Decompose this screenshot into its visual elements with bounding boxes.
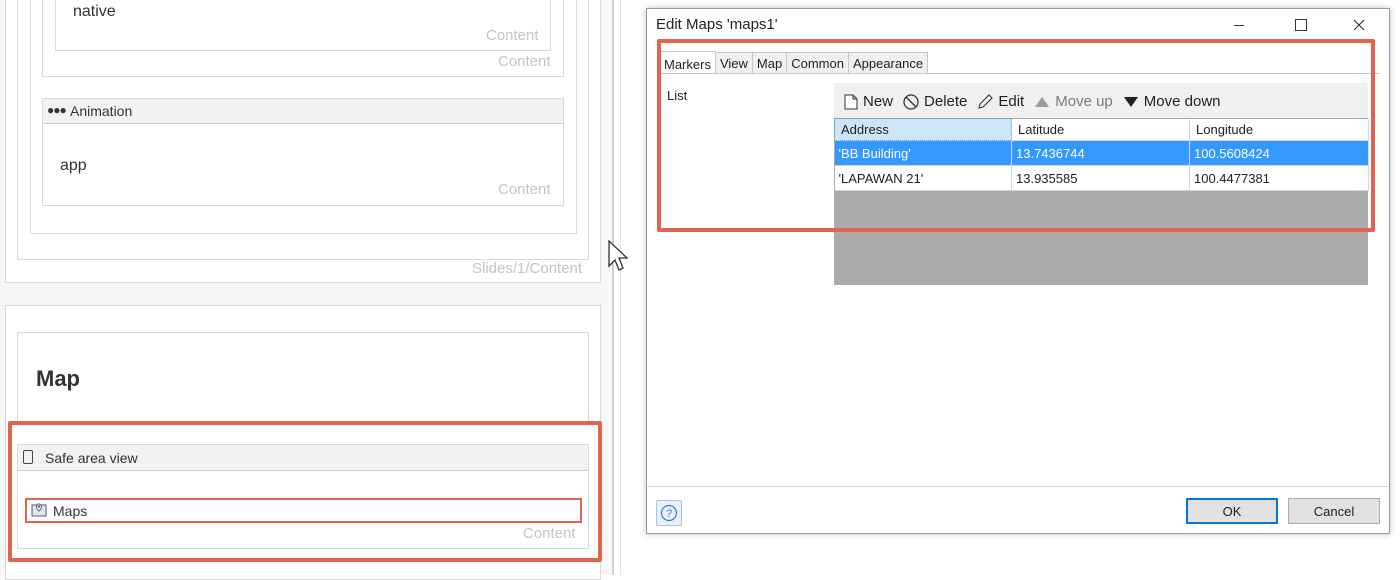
svg-text:?: ? bbox=[666, 508, 672, 520]
content-label: Content bbox=[498, 181, 551, 198]
map-title-container[interactable] bbox=[17, 332, 589, 422]
help-icon: ? bbox=[660, 504, 678, 522]
app-text: app bbox=[60, 157, 87, 174]
mouse-cursor-icon bbox=[608, 239, 630, 279]
native-text: native bbox=[73, 3, 116, 20]
content-label: Content bbox=[498, 53, 551, 70]
footer-divider bbox=[647, 486, 1389, 487]
pane-divider[interactable] bbox=[612, 0, 614, 575]
dialog-title: Edit Maps 'maps1' bbox=[656, 16, 778, 33]
highlight-frame bbox=[8, 421, 602, 562]
cancel-button[interactable]: Cancel bbox=[1288, 498, 1380, 524]
animation-icon: ●●● bbox=[47, 103, 67, 117]
ok-button[interactable]: OK bbox=[1186, 498, 1278, 524]
maximize-button[interactable] bbox=[1279, 9, 1323, 41]
content-label: Content bbox=[486, 27, 539, 44]
slides-content-label: Slides/1/Content bbox=[472, 260, 583, 277]
edit-maps-dialog: Edit Maps 'maps1' Markers View Map Commo… bbox=[646, 8, 1390, 534]
close-icon bbox=[1353, 19, 1365, 31]
maximize-icon bbox=[1295, 19, 1307, 31]
pane-divider-line bbox=[620, 0, 621, 575]
native-container[interactable] bbox=[55, 0, 551, 51]
animation-header-label: Animation bbox=[70, 103, 133, 119]
animation-header: ●●● Animation bbox=[43, 99, 563, 124]
help-button[interactable]: ? bbox=[656, 500, 682, 526]
highlight-frame bbox=[657, 39, 1375, 232]
close-button[interactable] bbox=[1337, 9, 1381, 41]
animation-widget[interactable]: ●●● Animation app Content bbox=[42, 98, 564, 206]
page-title: Map bbox=[36, 366, 80, 391]
dialog-titlebar[interactable]: Edit Maps 'maps1' bbox=[647, 9, 1389, 43]
minimize-button[interactable] bbox=[1217, 9, 1261, 41]
minimize-icon bbox=[1234, 24, 1244, 26]
page-designer-pane: native Content Content ●●● Animation app… bbox=[0, 0, 612, 580]
